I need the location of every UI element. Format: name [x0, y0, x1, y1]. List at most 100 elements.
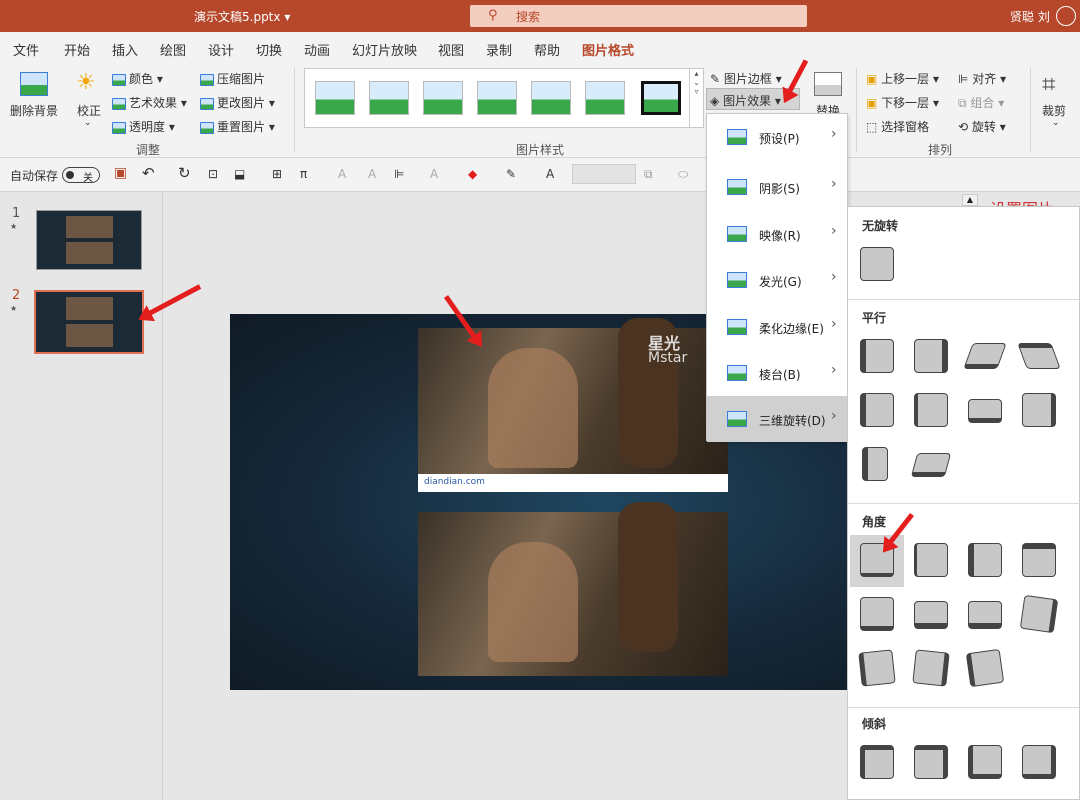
font-decrease-icon[interactable]: A	[368, 167, 376, 181]
rotation-option-perspective[interactable]	[968, 543, 1002, 577]
tab-help[interactable]: 帮助	[534, 40, 560, 59]
font-increase-icon[interactable]: A	[338, 167, 346, 181]
reset-picture-button[interactable]: 重置图片 ▾	[200, 118, 275, 135]
selection-pane-button[interactable]: ⬚ 选择窗格	[866, 118, 929, 135]
shapes-icon[interactable]: ⬓	[234, 167, 245, 181]
compress-pictures-button[interactable]: 压缩图片	[200, 70, 265, 87]
rotation-option-parallel[interactable]	[1017, 343, 1061, 369]
tab-slideshow[interactable]: 幻灯片放映	[352, 40, 417, 59]
group-objects-icon[interactable]: ⧉	[644, 167, 653, 182]
tab-design[interactable]: 设计	[208, 40, 234, 59]
style-thumbnail[interactable]	[477, 81, 517, 115]
autosave-toggle[interactable]: 关	[62, 167, 100, 184]
rotation-option-parallel[interactable]	[963, 343, 1007, 369]
rotation-option-perspective[interactable]	[968, 601, 1002, 629]
rotation-option-perspective[interactable]	[914, 543, 948, 577]
change-picture-button[interactable]: 更改图片 ▾	[200, 94, 275, 111]
slide-thumbnail-2[interactable]	[34, 290, 144, 354]
bring-forward-button[interactable]: ▣ 上移一层 ▾	[866, 70, 939, 87]
chevron-right-icon: ›	[831, 269, 837, 285]
rotation-option-oblique[interactable]	[1022, 745, 1056, 779]
style-thumbnail[interactable]	[641, 81, 681, 115]
rotation-option-none[interactable]	[860, 247, 894, 281]
corrections-button[interactable]: 校正	[77, 102, 101, 119]
rotation-option-oblique[interactable]	[860, 745, 894, 779]
tab-file[interactable]: 文件	[13, 40, 39, 59]
slide-thumbnail-1[interactable]	[36, 210, 142, 270]
font-size-select[interactable]	[572, 164, 636, 184]
scroll-up-button[interactable]: ▲	[962, 194, 978, 206]
align-text-icon[interactable]: ⊫	[394, 167, 404, 181]
style-thumbnail[interactable]	[423, 81, 463, 115]
rotation-option-perspective[interactable]	[1022, 543, 1056, 577]
rotate-button[interactable]: ⟲ 旋转 ▾	[958, 118, 1006, 135]
rotation-option-parallel[interactable]	[860, 339, 894, 373]
redo-icon[interactable]: ↻	[178, 164, 191, 182]
textbox-icon[interactable]: ⊞	[272, 167, 282, 181]
rotation-option-perspective[interactable]	[914, 601, 948, 629]
rotation-option-parallel[interactable]	[910, 453, 952, 477]
boxer-photo-bottom[interactable]	[418, 502, 728, 676]
group-label: 组合	[970, 96, 995, 110]
send-backward-button[interactable]: ▣ 下移一层 ▾	[866, 94, 939, 111]
menu-item-preset[interactable]: 预设(P) ›	[707, 114, 847, 160]
title-bar: 演示文稿5.pptx ▾ ⚲ 搜索 贤聪 刘	[0, 0, 1080, 32]
boxer-photo-top[interactable]: 星光 Mstar	[418, 318, 728, 474]
save-icon[interactable]: ▣	[114, 165, 127, 181]
rotation-option-parallel[interactable]	[914, 393, 948, 427]
rotation-option-parallel[interactable]	[968, 399, 1002, 423]
rotation-option-perspective[interactable]	[860, 597, 894, 631]
rotation-option-perspective[interactable]	[858, 649, 896, 687]
tab-animations[interactable]: 动画	[304, 40, 330, 59]
remove-background-button[interactable]: 删除背景	[10, 102, 58, 119]
style-thumbnail[interactable]	[585, 81, 625, 115]
gallery-scroll[interactable]: ▴ ⌄ ▿	[689, 69, 703, 127]
rotation-option-parallel[interactable]	[860, 393, 894, 427]
align-button[interactable]: ⊫ 对齐 ▾	[958, 70, 1006, 87]
fill-color-icon[interactable]: ◆	[468, 167, 477, 181]
user-name[interactable]: 贤聪 刘	[1010, 8, 1050, 25]
crop-button[interactable]: 裁剪	[1042, 102, 1066, 119]
merge-shapes-icon[interactable]: ⬭	[678, 167, 688, 182]
tab-draw[interactable]: 绘图	[160, 40, 186, 59]
rotation-option-oblique[interactable]	[968, 745, 1002, 779]
document-title[interactable]: 演示文稿5.pptx ▾	[194, 8, 290, 25]
color-button[interactable]: 颜色 ▾	[112, 70, 163, 87]
tab-picture-format[interactable]: 图片格式	[582, 40, 635, 65]
menu-item-3d-rotation[interactable]: 三维旋转(D) ›	[707, 396, 847, 442]
font-color-icon[interactable]: A	[430, 167, 438, 181]
menu-item-reflection[interactable]: 映像(R) ›	[707, 211, 847, 257]
rotation-option-perspective[interactable]	[965, 648, 1005, 688]
artistic-effects-button[interactable]: 艺术效果 ▾	[112, 94, 187, 111]
menu-item-glow[interactable]: 发光(G) ›	[707, 257, 847, 303]
tab-home[interactable]: 开始	[64, 40, 90, 59]
rotation-option-oblique[interactable]	[914, 745, 948, 779]
tab-insert[interactable]: 插入	[112, 40, 138, 59]
style-thumbnail[interactable]	[315, 81, 355, 115]
menu-item-soft-edges[interactable]: 柔化边缘(E) ›	[707, 304, 847, 350]
style-thumbnail[interactable]	[531, 81, 571, 115]
picture-border-button[interactable]: ✎ 图片边框 ▾	[710, 70, 782, 87]
reflection-icon	[727, 226, 747, 242]
search-box[interactable]: ⚲ 搜索	[470, 5, 807, 27]
tab-view[interactable]: 视图	[438, 40, 464, 59]
transparency-button[interactable]: 透明度 ▾	[112, 118, 175, 135]
tab-record[interactable]: 录制	[486, 40, 512, 59]
text-color-icon[interactable]: A	[546, 167, 554, 181]
rotation-option-perspective[interactable]	[912, 649, 950, 687]
rotation-option-perspective[interactable]	[1019, 594, 1059, 634]
rotation-option-parallel[interactable]	[862, 447, 888, 481]
rotation-option-parallel[interactable]	[1022, 393, 1056, 427]
undo-icon[interactable]: ↶	[142, 164, 155, 182]
tab-transitions[interactable]: 切换	[256, 40, 282, 59]
present-icon[interactable]: ⊡	[208, 167, 218, 181]
menu-item-bevel[interactable]: 棱台(B) ›	[707, 350, 847, 396]
group-button[interactable]: ⧉ 组合 ▾	[958, 94, 1004, 111]
menu-item-shadow[interactable]: 阴影(S) ›	[707, 164, 847, 210]
equation-icon[interactable]: π	[300, 167, 307, 181]
outline-icon[interactable]: ✎	[506, 167, 516, 181]
avatar-icon[interactable]	[1056, 6, 1076, 26]
style-thumbnail[interactable]	[369, 81, 409, 115]
rotation-option-parallel[interactable]	[914, 339, 948, 373]
slide-thumbnail-pane: 1 ★ 2 ★	[0, 192, 163, 800]
